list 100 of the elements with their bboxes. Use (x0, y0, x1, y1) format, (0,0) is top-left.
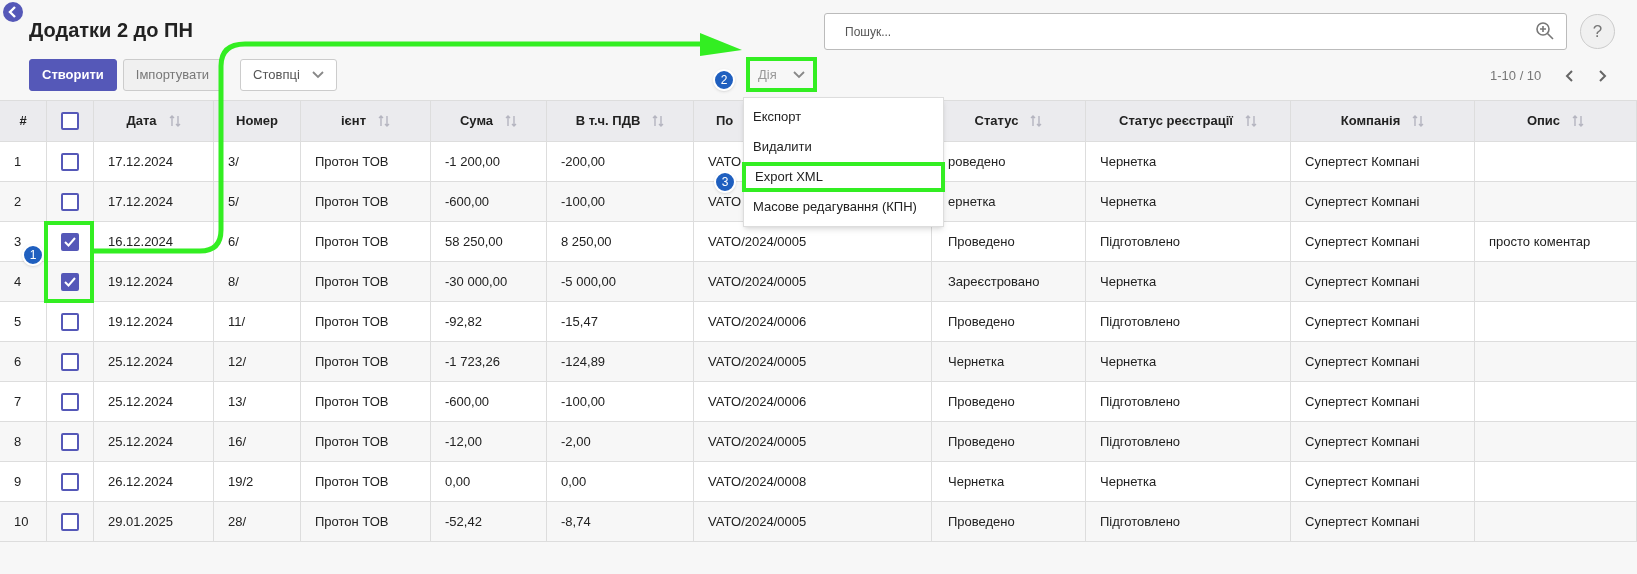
table-cell-text: Супертест Компані (1305, 392, 1420, 411)
column-header[interactable]: Компанія (1340, 111, 1401, 131)
checkbox[interactable] (61, 272, 79, 291)
column-header[interactable]: Номер (236, 111, 278, 131)
column-header[interactable]: В т.ч. ПДВ (575, 111, 641, 131)
table-cell-text: VATO/2024/0005 (708, 352, 807, 371)
table-cell-text: VATO/2024/0005 (708, 232, 807, 251)
table-cell-text: Протон ТОВ (315, 352, 389, 371)
table-cell-text: Протон ТОВ (315, 392, 389, 411)
checkbox[interactable] (61, 152, 79, 171)
table-cell-text: Чернетка (1100, 152, 1157, 171)
table-cell-text: Підготовлено (1100, 232, 1181, 251)
table-cell-text: 25.12.2024 (108, 432, 174, 451)
checkbox[interactable] (61, 192, 79, 211)
table-cell-text: 3/ (228, 152, 239, 171)
table-cell-text: Чернетка (948, 472, 1005, 491)
table-cell-text: 16.12.2024 (108, 232, 174, 251)
menu-item[interactable]: Масове редагування (КПН) (744, 192, 943, 222)
table-cell-text: 19/2 (228, 472, 254, 491)
table-cell-text: 26.12.2024 (108, 472, 174, 491)
table-cell-text: VATO/2024/0006 (708, 392, 807, 411)
checkbox[interactable] (61, 512, 79, 531)
column-header[interactable]: Дата (126, 111, 157, 131)
table-cell-text: 58 250,00 (445, 232, 503, 251)
table-cell-text: Чернетка (1100, 352, 1157, 371)
table-cell-text: 17.12.2024 (108, 152, 174, 171)
column-header[interactable]: По (716, 111, 734, 131)
table-cell-text: 8/ (228, 272, 239, 291)
table-cell-text: 25.12.2024 (108, 392, 174, 411)
table-cell-text: Підготовлено (1100, 512, 1181, 531)
table-cell-text: 5/ (228, 192, 239, 211)
table-cell-text: 8 (14, 432, 22, 451)
search-field[interactable]: Пошук... (824, 13, 1567, 50)
column-header[interactable]: Статус реєстрації (1119, 111, 1233, 131)
table-cell-text: 0,00 (561, 472, 587, 491)
column-header[interactable]: Сума (459, 111, 494, 131)
table-cell-text: -124,89 (561, 352, 606, 371)
table-cell-text: Супертест Компані (1305, 472, 1420, 491)
table-cell-text: 25.12.2024 (108, 352, 174, 371)
table-cell-text: 29.01.2025 (108, 512, 174, 531)
table-cell-text: Супертест Компані (1305, 352, 1420, 371)
table-cell-text: Супертест Компані (1305, 312, 1420, 331)
table-cell-text: 1 (14, 152, 22, 171)
table-cell-text: -600,00 (445, 192, 490, 211)
table-cell-text: Супертест Компані (1305, 432, 1420, 451)
table-cell-text: Проведено (948, 432, 1015, 451)
table-cell-text: -2,00 (561, 432, 591, 451)
chevron-down-icon (792, 70, 805, 79)
table-cell-text: -1 200,00 (445, 152, 500, 171)
table-cell-text: -1 723,26 (445, 352, 500, 371)
table-cell-text: Проведено (948, 232, 1015, 251)
zoom-in-icon[interactable] (1535, 21, 1555, 41)
table-cell-text: 9 (14, 472, 22, 491)
table-cell-text: 11/ (228, 312, 246, 331)
help-button[interactable]: ? (1580, 14, 1615, 49)
chevron-down-icon (311, 71, 324, 79)
table-cell-text: Зареєстровано (948, 272, 1040, 291)
table-cell-text: 13/ (228, 392, 247, 411)
table-cell-text: VATO/2024/0006 (708, 312, 807, 331)
column-header[interactable]: ієнт (341, 111, 366, 131)
column-header[interactable]: # (19, 111, 27, 131)
table-cell-text: Проведено (948, 512, 1015, 531)
table-cell-text: Супертест Компані (1305, 232, 1420, 251)
checkbox[interactable] (61, 112, 79, 130)
table-cell-text: -30 000,00 (445, 272, 508, 291)
table-cell-text: 8 250,00 (561, 232, 612, 251)
table-cell-text: 6/ (228, 232, 239, 251)
table-cell-text: Протон ТОВ (315, 152, 389, 171)
pager-range: 1-10 / 10 (1490, 67, 1542, 86)
table-cell-text: 10 (14, 512, 29, 531)
columns-dropdown[interactable]: Стовпці (240, 59, 337, 91)
menu-item[interactable]: Експорт (744, 102, 943, 132)
table-cell-text: Протон ТОВ (315, 432, 389, 451)
checkbox[interactable] (61, 352, 79, 371)
toolbar-button[interactable]: Створити (29, 59, 117, 91)
table-cell-text: VATO/2024/0008 (708, 472, 807, 491)
checkbox[interactable] (61, 392, 79, 411)
table-cell-text: Протон ТОВ (315, 272, 389, 291)
menu-item[interactable]: Видалити (744, 132, 943, 162)
table-cell-text: -92,82 (445, 312, 482, 331)
table-cell-text: 2 (14, 192, 22, 211)
table-cell-text: 0,00 (445, 472, 471, 491)
column-header[interactable]: Опис (1526, 111, 1561, 131)
table-cell-text: -8,74 (561, 512, 591, 531)
menu-item[interactable]: Export XML (742, 162, 945, 192)
table-cell-text: просто коментар (1489, 232, 1591, 251)
checkbox[interactable] (61, 232, 79, 251)
table-cell-text: -5 000,00 (561, 272, 616, 291)
table-cell-text: Протон ТОВ (315, 472, 389, 491)
table-cell-text: 7 (14, 392, 22, 411)
table-cell-text: Чернетка (1100, 272, 1157, 291)
column-header[interactable]: Статус (974, 111, 1019, 131)
table-cell-text: Супертест Компані (1305, 152, 1420, 171)
table-cell-text: VATO/2024/0005 (708, 272, 807, 291)
checkbox[interactable] (61, 432, 79, 451)
table-cell-text: -100,00 (561, 192, 606, 211)
table-cell-text: Підготовлено (1100, 312, 1181, 331)
back-icon[interactable] (3, 2, 23, 22)
checkbox[interactable] (61, 472, 79, 491)
checkbox[interactable] (61, 312, 79, 331)
